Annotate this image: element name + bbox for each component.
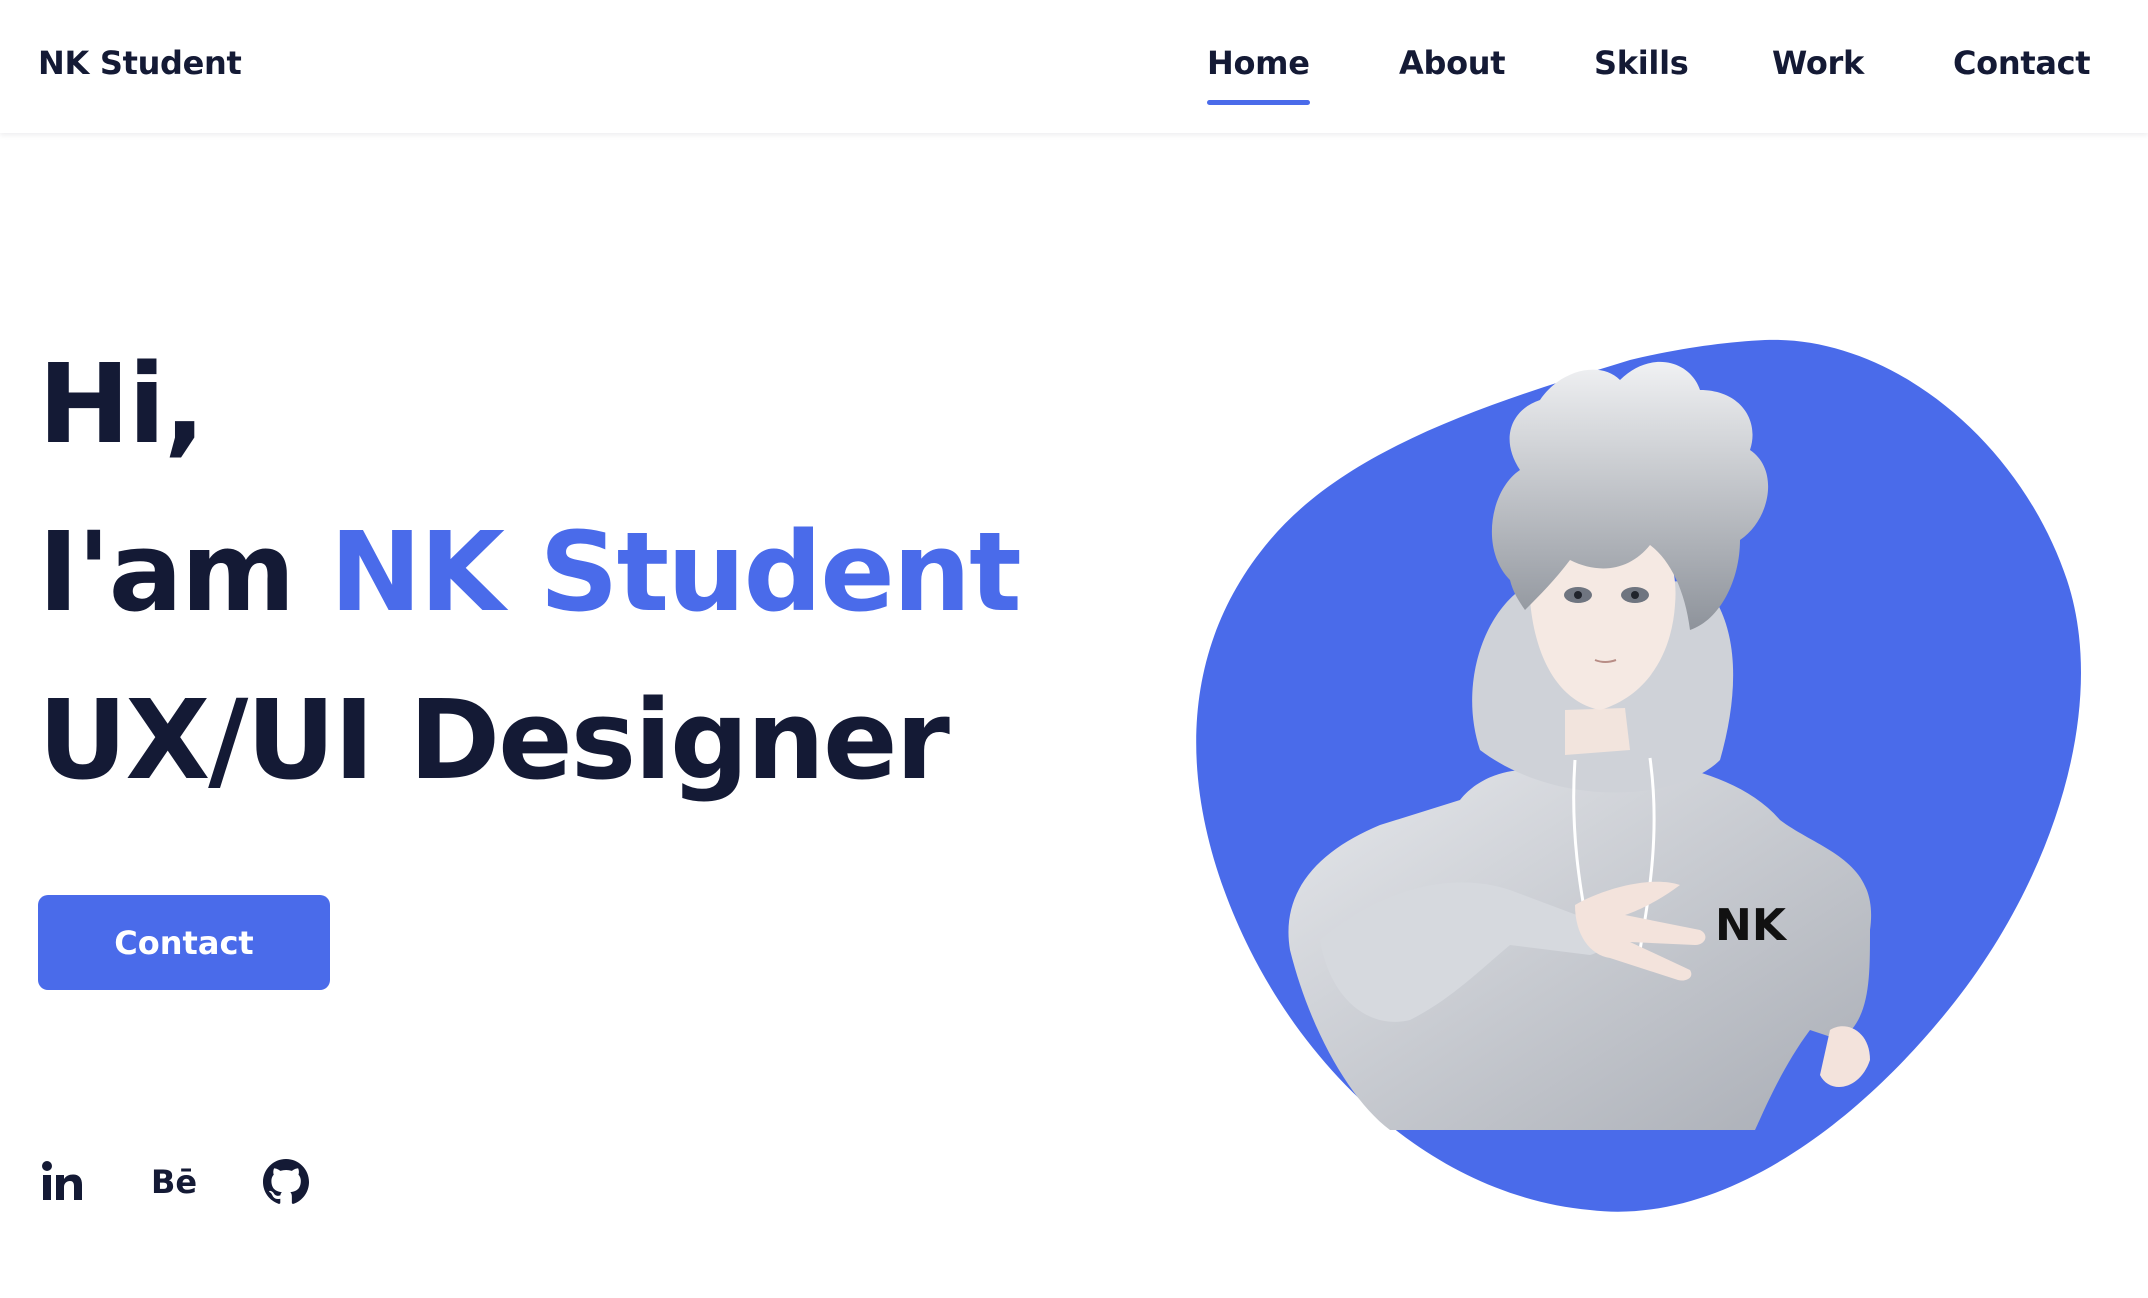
nav-link-work[interactable]: Work	[1772, 44, 1864, 82]
hero-role: UX/UI Designer	[38, 676, 950, 804]
nav-link-home[interactable]: Home	[1207, 44, 1310, 105]
nav-link-contact[interactable]: Contact	[1953, 44, 2091, 82]
site-header: NK Student Home About Skills Work Contac…	[0, 0, 2148, 133]
avatar-image: NK	[1196, 339, 2081, 1212]
hero-heading: Hi, I'am NK Student UX/UI Designer	[38, 320, 1022, 824]
hero-intro-line: I'am NK Student	[38, 488, 1022, 656]
behance-link[interactable]: Bē	[151, 1158, 207, 1206]
nav-link-skills[interactable]: Skills	[1594, 44, 1689, 82]
linkedin-link[interactable]	[38, 1158, 86, 1206]
linkedin-icon	[42, 1161, 82, 1200]
hero-intro-prefix: I'am	[38, 508, 330, 636]
nav-link-about[interactable]: About	[1399, 44, 1506, 82]
contact-button[interactable]: Contact	[38, 895, 330, 990]
behance-icon: Bē	[151, 1163, 198, 1201]
github-link[interactable]	[262, 1158, 310, 1206]
hero-section: Hi, I'am NK Student UX/UI Designer	[38, 320, 1022, 824]
hero-name: NK Student	[329, 508, 1022, 636]
main-nav: Home About Skills Work Contact	[0, 44, 2148, 105]
avatar-badge: NK	[1715, 900, 1788, 951]
hero-illustration: NK	[1180, 330, 2100, 1230]
hero-greeting: Hi,	[38, 340, 206, 468]
github-icon	[263, 1159, 309, 1204]
